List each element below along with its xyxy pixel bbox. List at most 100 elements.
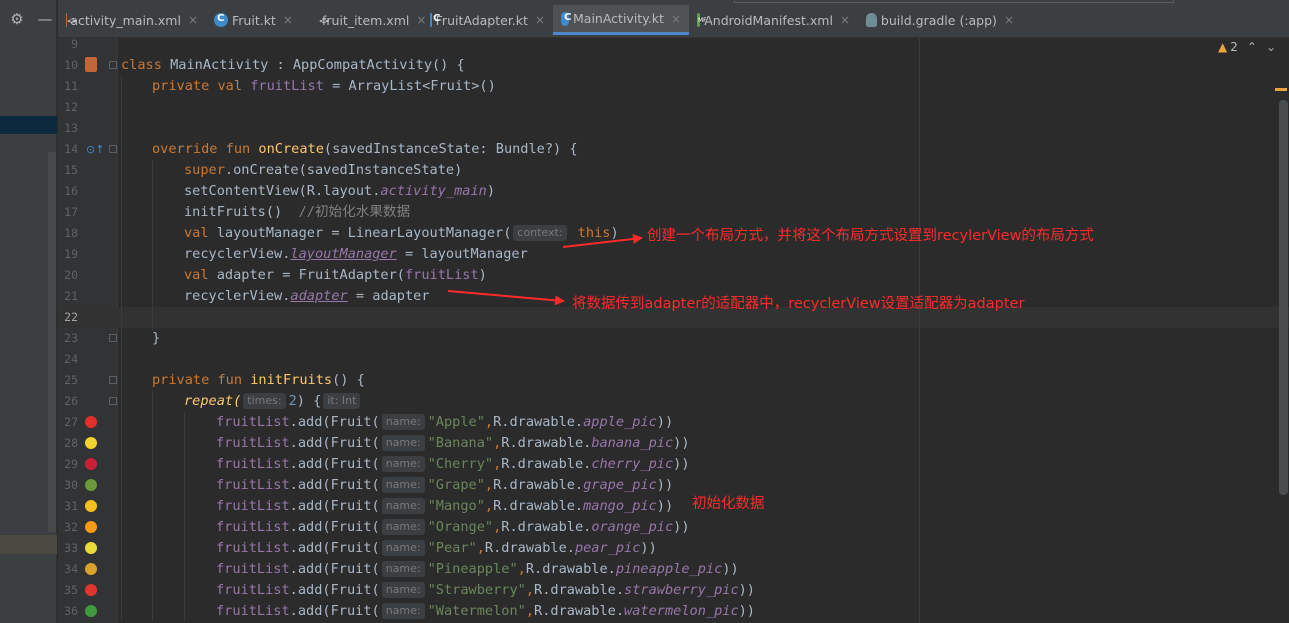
project-panel-scrollbar[interactable] (48, 152, 56, 532)
drawable-ref: R.drawable. (493, 477, 584, 493)
comma: , (525, 582, 535, 598)
cherry-icon[interactable] (85, 458, 97, 470)
parameter-hint: name: (381, 582, 425, 598)
code-line-fruit[interactable]: fruitList.add(Fruit(name: "Orange",R.draw… (216, 517, 690, 538)
parameter-hint: name: (381, 603, 425, 619)
code-line-fruit[interactable]: fruitList.add(Fruit(name: "Apple",R.drawa… (216, 412, 673, 433)
parameter-hint: name: (381, 414, 425, 430)
code-line-11[interactable]: private val fruitList = ArrayList<Fruit>… (152, 76, 496, 97)
minimize-icon[interactable]: — (34, 8, 56, 30)
code-line-16[interactable]: setContentView(R.layout.activity_main) (184, 181, 495, 202)
close-icon[interactable]: × (840, 13, 850, 27)
strawberry-icon[interactable] (85, 584, 97, 596)
line-number: 15 (64, 163, 78, 177)
chevron-down-icon[interactable]: ⌄ (1266, 40, 1276, 54)
line-number: 13 (64, 121, 78, 135)
drawable-name: orange_pic (591, 519, 674, 535)
tab-label: Fruit.kt (232, 12, 276, 28)
orange-icon[interactable] (85, 521, 97, 533)
code-line-19[interactable]: recyclerView.layoutManager = layoutManag… (184, 244, 528, 265)
close-icon[interactable]: × (283, 13, 293, 27)
code-line-fruit[interactable]: fruitList.add(Fruit(name: "Watermelon",R.… (216, 601, 755, 622)
code-line-26[interactable]: repeat(times: 2) {it: Int (184, 391, 363, 412)
line-number: 29 (64, 457, 78, 471)
code-line-10[interactable]: class MainActivity : AppCompatActivity()… (121, 55, 465, 76)
tab-fruitadapter-kt[interactable]: FruitAdapter.kt × (422, 5, 553, 35)
tab-mainactivity-kt[interactable]: MainActivity.kt × (553, 5, 689, 35)
line-number: 22 (64, 310, 78, 324)
tab-androidmanifest-xml[interactable]: AndroidManifest.xml × (689, 5, 858, 35)
parameter-hint: name: (381, 540, 425, 556)
drawable-ref: R.drawable. (501, 456, 592, 472)
close-icon[interactable]: × (671, 12, 681, 26)
project-tree-highlight-row[interactable] (0, 535, 57, 554)
fruit-list-ref: fruitList (216, 414, 290, 430)
code-line-23[interactable]: } (152, 328, 160, 349)
fold-marker-icon[interactable] (109, 145, 117, 153)
kotlin-class-icon (430, 13, 439, 27)
close-icon[interactable]: × (1004, 13, 1014, 27)
code-line-fruit[interactable]: fruitList.add(Fruit(name: "Strawberry",R.… (216, 580, 755, 601)
call-close: )) (673, 456, 690, 472)
code-line-25[interactable]: private fun initFruits() { (152, 370, 365, 391)
pear-icon[interactable] (85, 542, 97, 554)
fruit-name-string: "Apple" (427, 414, 485, 430)
tab-activity-main-xml[interactable]: activity_main.xml × (58, 5, 206, 35)
tab-fruit-item-xml[interactable]: fruit_item.xml × (310, 5, 426, 35)
drawable-name: pineapple_pic (615, 561, 723, 577)
parameter-hint: context: (513, 225, 567, 241)
code-line-fruit[interactable]: fruitList.add(Fruit(name: "Pineapple",R.d… (216, 559, 739, 580)
gear-icon[interactable]: ⚙ (6, 8, 28, 30)
close-icon[interactable]: × (188, 13, 198, 27)
comma: , (517, 561, 526, 577)
code-line-fruit[interactable]: fruitList.add(Fruit(name: "Banana",R.draw… (216, 433, 690, 454)
code-line-fruit[interactable]: fruitList.add(Fruit(name: "Grape",R.drawa… (216, 475, 673, 496)
line-number: 10 (64, 58, 78, 72)
close-icon[interactable]: × (535, 13, 545, 27)
code-line-fruit[interactable]: fruitList.add(Fruit(name: "Mango",R.drawa… (216, 496, 673, 517)
code-line-14[interactable]: override fun onCreate(savedInstanceState… (152, 139, 578, 160)
watermelon-icon[interactable] (85, 605, 97, 617)
fruit-list-ref: fruitList (216, 456, 290, 472)
code-line-18[interactable]: val layoutManager = LinearLayoutManager(… (184, 223, 619, 244)
class-gutter-icon[interactable] (85, 57, 97, 72)
banana-icon[interactable] (85, 437, 97, 449)
fold-marker-icon[interactable] (109, 334, 117, 342)
fruit-name-string: "Banana" (427, 435, 494, 451)
fruit-name-string: "Grape" (427, 477, 485, 493)
editor-scrollbar[interactable] (1279, 100, 1288, 495)
line-number: 36 (64, 604, 78, 618)
inspection-widget[interactable]: ▲ 2 ⌃ ⌄ (1218, 40, 1276, 54)
tab-fruit-kt[interactable]: Fruit.kt × (206, 5, 310, 35)
fruit-list-ref: fruitList (216, 519, 290, 535)
code-line-17[interactable]: initFruits() //初始化水果数据 (184, 202, 410, 223)
code-line-fruit[interactable]: fruitList.add(Fruit(name: "Pear",R.drawab… (216, 538, 657, 559)
pineapple-icon[interactable] (85, 563, 97, 575)
fold-marker-icon[interactable] (109, 376, 117, 384)
parameter-hint: name: (381, 519, 425, 535)
mango-icon[interactable] (85, 500, 97, 512)
drawable-name: mango_pic (583, 498, 657, 514)
fold-marker-icon[interactable] (109, 397, 117, 405)
call-close: )) (673, 519, 690, 535)
indent-guide (121, 76, 122, 621)
code-line-15[interactable]: super.onCreate(savedInstanceState) (184, 160, 462, 181)
project-tree-selected-row[interactable] (0, 116, 57, 134)
line-number: 20 (64, 268, 78, 282)
fold-marker-icon[interactable] (109, 61, 117, 69)
line-number: 28 (64, 436, 78, 450)
grape-icon[interactable] (85, 479, 97, 491)
code-line-21[interactable]: recyclerView.adapter = adapter (184, 286, 430, 307)
line-number: 11 (64, 79, 78, 93)
project-panel-toolbar: ⚙ — (0, 0, 57, 38)
tab-build-gradle-app[interactable]: build.gradle (:app) × (858, 5, 1022, 35)
apple-icon[interactable] (85, 416, 97, 428)
call-close: )) (656, 414, 674, 430)
indent-guide (152, 160, 153, 330)
call-close: )) (722, 561, 739, 577)
warning-stripe-marker[interactable] (1275, 88, 1287, 91)
override-marker-icon[interactable]: ⊙↑ (86, 143, 104, 156)
code-line-fruit[interactable]: fruitList.add(Fruit(name: "Cherry",R.draw… (216, 454, 690, 475)
chevron-up-icon[interactable]: ⌃ (1247, 40, 1257, 54)
code-line-20[interactable]: val adapter = FruitAdapter(fruitList) (184, 265, 487, 286)
